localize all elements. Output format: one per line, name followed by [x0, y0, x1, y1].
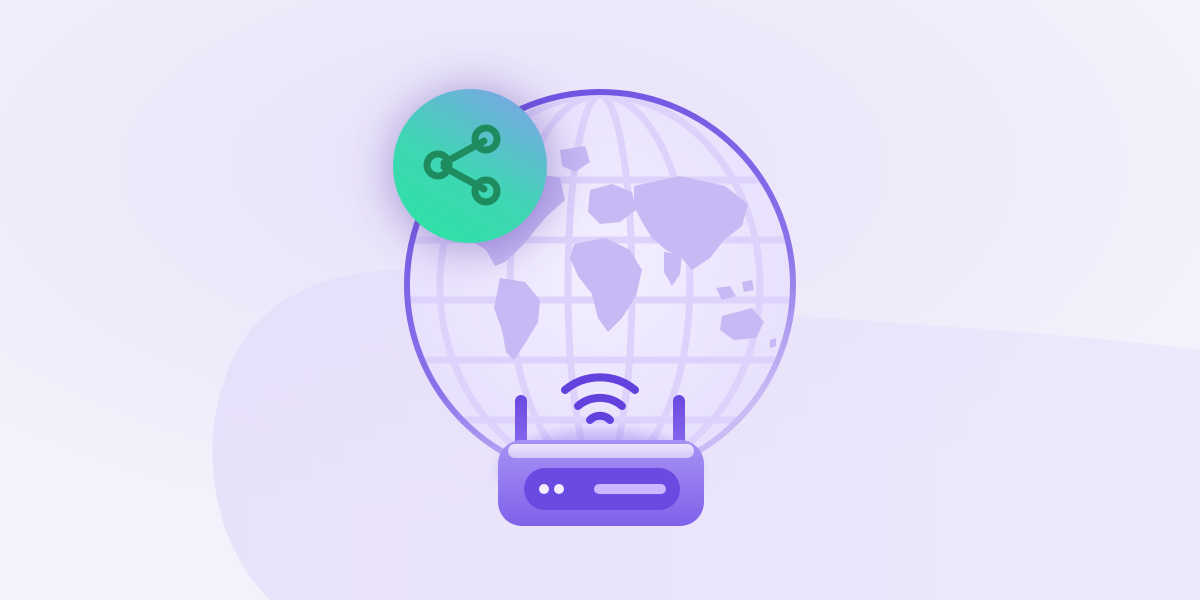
router-indicator-bar: [594, 484, 666, 494]
router-led-2: [554, 484, 564, 494]
router-led-1: [539, 484, 549, 494]
share-badge: [392, 89, 552, 250]
network-illustration: [0, 0, 1200, 600]
illustration-canvas: [0, 0, 1200, 600]
